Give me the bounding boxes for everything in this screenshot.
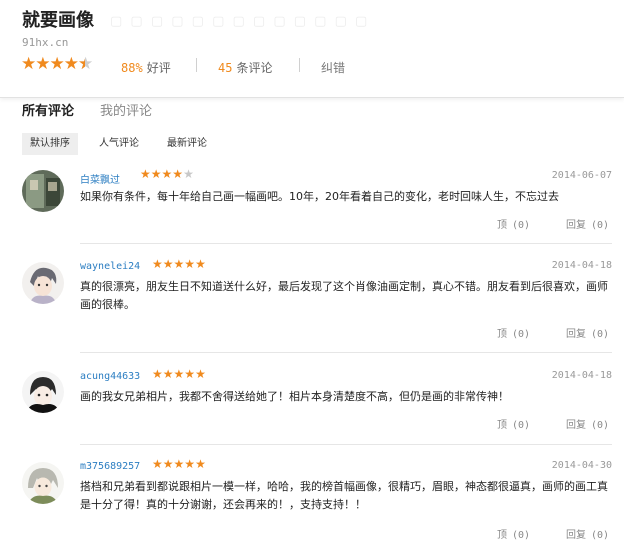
reply-count: (0) xyxy=(591,530,610,541)
header-rating-stars: ★★★★★ xyxy=(21,54,93,74)
support-button[interactable]: 顶 (0) xyxy=(497,216,530,231)
star-icon: ★ xyxy=(195,367,206,381)
review-date: 2014-06-07 xyxy=(551,170,612,181)
star-icon: ★ xyxy=(35,54,50,74)
reply-button[interactable]: 回复 (0) xyxy=(566,325,609,340)
star-icon: ★ xyxy=(152,457,163,471)
review-text: 如果你有条件，每十年给自己画一幅画吧。10年，20年看着自己的变化，老时回味人生… xyxy=(80,190,559,203)
star-icon: ★ xyxy=(140,167,151,181)
review-date: 2014-04-18 xyxy=(551,370,612,381)
reply-count: (0) xyxy=(591,220,610,231)
review-username[interactable]: m375689257 xyxy=(80,461,140,472)
review-rating-stars: ★★★★★ xyxy=(152,257,206,271)
support-button[interactable]: 顶 (0) xyxy=(497,526,530,541)
review-date: 2014-04-30 xyxy=(551,460,612,471)
star-icon: ★ xyxy=(162,257,174,271)
star-icon: ★ xyxy=(184,457,196,471)
star-icon: ★ xyxy=(184,367,196,381)
star-icon: ★ xyxy=(162,367,174,381)
site-title: 就要画像 xyxy=(22,10,94,31)
positive-rate-value: 88% xyxy=(121,61,143,75)
star-icon: ★ xyxy=(184,257,196,271)
review-username[interactable]: acung44633 xyxy=(80,371,140,382)
support-count: (0) xyxy=(512,420,531,431)
review-rating-stars: ★★★★★ xyxy=(152,367,206,381)
tab-all-reviews[interactable]: 所有评论 xyxy=(22,100,74,119)
review-rating-stars: ★★★★★ xyxy=(152,457,206,471)
review-rating-stars: ★★★★★ xyxy=(140,167,194,181)
reply-button[interactable]: 回复 (0) xyxy=(566,416,609,431)
star-icon: ★ xyxy=(63,54,79,74)
support-count: (0) xyxy=(512,220,531,231)
site-domain: 91hx.cn xyxy=(22,36,69,49)
support-button[interactable]: 顶 (0) xyxy=(497,416,530,431)
sort-popular-button[interactable]: 人气评论 xyxy=(91,133,147,155)
reply-button[interactable]: 回复 (0) xyxy=(566,526,609,541)
star-icon: ★ xyxy=(152,257,163,271)
support-count: (0) xyxy=(512,530,531,541)
star-icon: ★ xyxy=(49,54,65,74)
reply-count: (0) xyxy=(591,420,610,431)
support-label: 顶 xyxy=(497,420,507,431)
star-icon: ★ xyxy=(161,167,173,181)
reply-label: 回复 xyxy=(566,220,586,231)
support-label: 顶 xyxy=(497,530,507,541)
star-icon: ★ xyxy=(21,54,36,74)
review-date: 2014-04-18 xyxy=(551,260,612,271)
review-count-value: 45 xyxy=(218,61,233,75)
sort-latest-button[interactable]: 最新评论 xyxy=(159,133,215,155)
empty-star-icon: ★ xyxy=(183,167,194,181)
star-icon: ★ xyxy=(172,167,184,181)
reply-button[interactable]: 回复 (0) xyxy=(566,216,609,231)
review-divider xyxy=(80,352,612,353)
support-label: 顶 xyxy=(497,220,507,231)
reply-label: 回复 xyxy=(566,420,586,431)
half-star-icon: ★ xyxy=(78,54,93,74)
positive-rate-label: 好评 xyxy=(146,61,171,75)
star-icon: ★ xyxy=(173,457,185,471)
review-count-label: 条评论 xyxy=(236,61,273,75)
app-header: ▢ ▢ ▢ ▢ ▢ ▢ ▢ ▢ ▢ ▢ ▢ ▢ ▢ 就要画像 91hx.cn ★… xyxy=(0,0,624,98)
avatar[interactable] xyxy=(22,170,64,212)
header-background-decoration: ▢ ▢ ▢ ▢ ▢ ▢ ▢ ▢ ▢ ▢ ▢ ▢ ▢ xyxy=(110,14,370,29)
star-icon: ★ xyxy=(195,257,206,271)
star-icon: ★ xyxy=(150,167,162,181)
star-icon: ★ xyxy=(173,257,185,271)
sort-default-button[interactable]: 默认排序 xyxy=(22,133,78,155)
avatar[interactable] xyxy=(22,371,64,413)
review-count[interactable]: 45 条评论 xyxy=(218,59,272,76)
header-separator xyxy=(299,58,300,72)
report-error-link[interactable]: 纠错 xyxy=(321,59,345,76)
support-count: (0) xyxy=(512,329,531,340)
star-icon: ★ xyxy=(195,457,206,471)
reply-label: 回复 xyxy=(566,329,586,340)
tab-my-reviews[interactable]: 我的评论 xyxy=(100,100,152,119)
reply-count: (0) xyxy=(591,329,610,340)
avatar[interactable] xyxy=(22,462,64,504)
review-divider xyxy=(80,444,612,445)
review-text: 真的很漂亮，朋友生日不知道送什么好，最后发现了这个肖像油画定制，真心不错。朋友看… xyxy=(80,280,608,311)
review-username[interactable]: waynelei24 xyxy=(80,261,140,272)
review-text: 搭档和兄弟看到都说跟相片一模一样，哈哈，我的榜首幅画像，很精巧，眉眼，神态都很逼… xyxy=(80,480,608,511)
review-username[interactable]: 白菜飘过 xyxy=(80,171,120,186)
support-button[interactable]: 顶 (0) xyxy=(497,325,530,340)
star-icon: ★ xyxy=(162,457,174,471)
star-icon: ★ xyxy=(173,367,185,381)
reply-label: 回复 xyxy=(566,530,586,541)
header-separator xyxy=(196,58,197,72)
review-divider xyxy=(80,243,612,244)
avatar[interactable] xyxy=(22,262,64,304)
support-label: 顶 xyxy=(497,329,507,340)
review-text: 画的我女兄弟相片，我都不舍得送给她了！相片本身清楚度不高，但仍是画的非常传神！ xyxy=(80,390,509,403)
star-icon: ★ xyxy=(152,367,163,381)
positive-rate: 88% 好评 xyxy=(121,59,171,76)
